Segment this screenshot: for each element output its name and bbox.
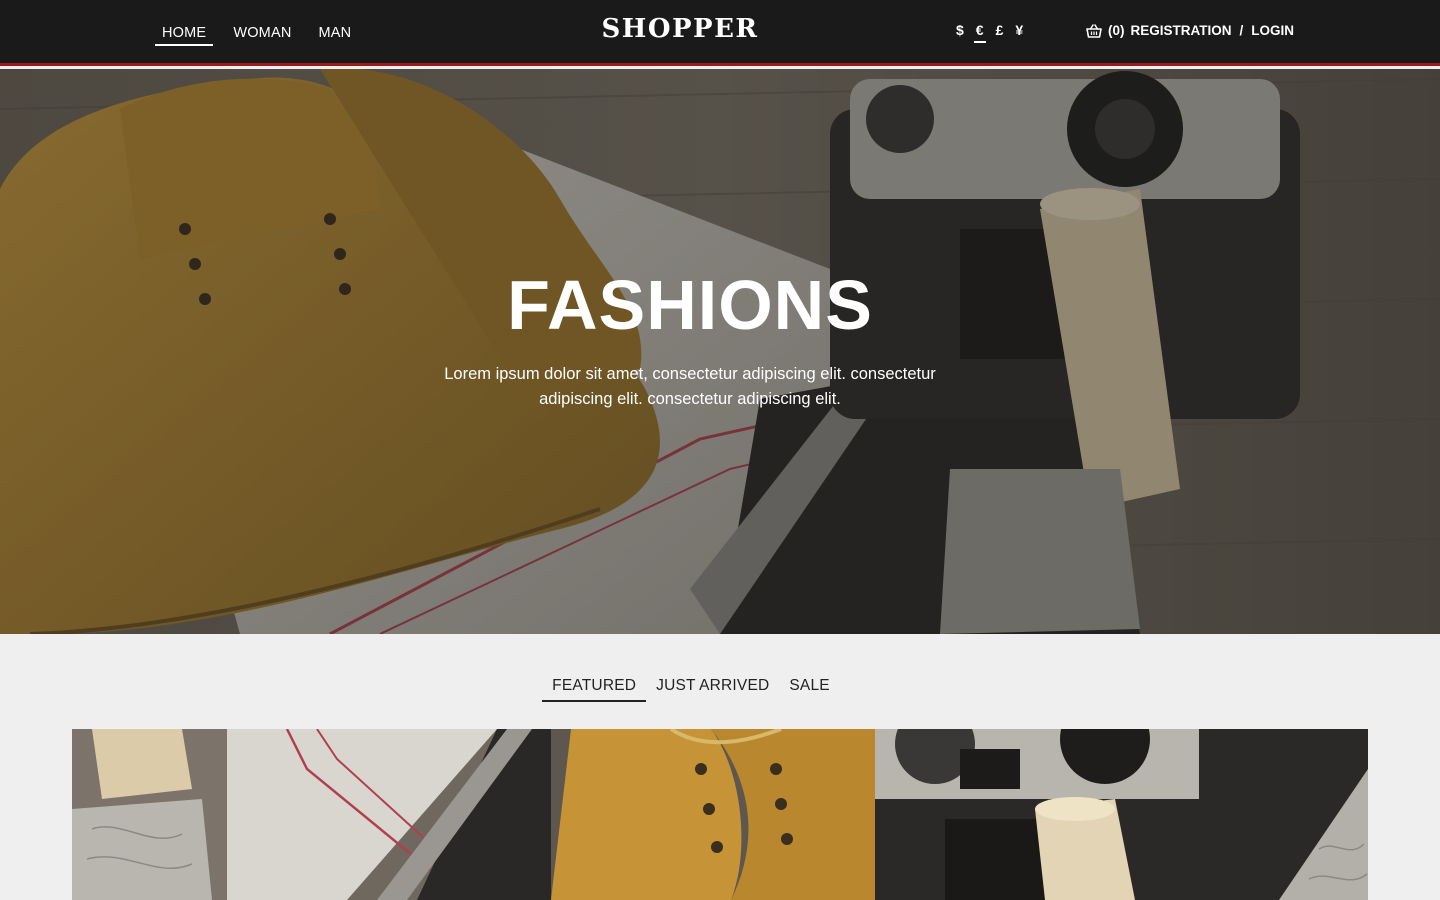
product-image — [1199, 729, 1368, 900]
login-link[interactable]: LOGIN — [1251, 23, 1294, 38]
currency-switcher: $ € £ ¥ — [956, 22, 1035, 43]
product-tile[interactable] — [875, 729, 1199, 900]
currency-eur[interactable]: € — [973, 22, 986, 43]
hero-title: FASHIONS — [507, 266, 873, 344]
product-tile[interactable] — [72, 729, 227, 900]
product-image — [227, 729, 551, 900]
product-tile[interactable] — [227, 729, 551, 900]
account-links: (0) REGISTRATION / LOGIN — [1086, 23, 1294, 38]
product-image — [72, 729, 227, 900]
product-tabs: FEATURED JUST ARRIVED SALE — [0, 677, 1382, 702]
product-image — [551, 729, 875, 900]
tab-sale[interactable]: SALE — [779, 677, 839, 702]
currency-jpy[interactable]: ¥ — [1015, 22, 1023, 43]
currency-usd[interactable]: $ — [956, 22, 964, 43]
hero-description: Lorem ipsum dolor sit amet, consectetur … — [444, 365, 936, 408]
currency-gbp[interactable]: £ — [996, 22, 1004, 43]
hero-overlay — [0, 69, 1440, 634]
hero-banner: FASHIONS Lorem ipsum dolor sit amet, con… — [0, 69, 1440, 634]
cart-count[interactable]: (0) — [1108, 23, 1125, 38]
product-grid — [72, 729, 1368, 900]
product-image — [875, 729, 1199, 900]
product-tile[interactable] — [1199, 729, 1368, 900]
product-tile[interactable] — [551, 729, 875, 900]
tab-featured[interactable]: FEATURED — [542, 677, 647, 702]
registration-link[interactable]: REGISTRATION — [1131, 23, 1232, 38]
tab-just-arrived[interactable]: JUST ARRIVED — [646, 677, 779, 702]
basket-icon[interactable] — [1086, 23, 1102, 38]
account-separator: / — [1239, 23, 1244, 38]
top-header: HOME WOMAN MAN SHOPPER $ € £ ¥ (0) REGIS… — [0, 0, 1440, 66]
